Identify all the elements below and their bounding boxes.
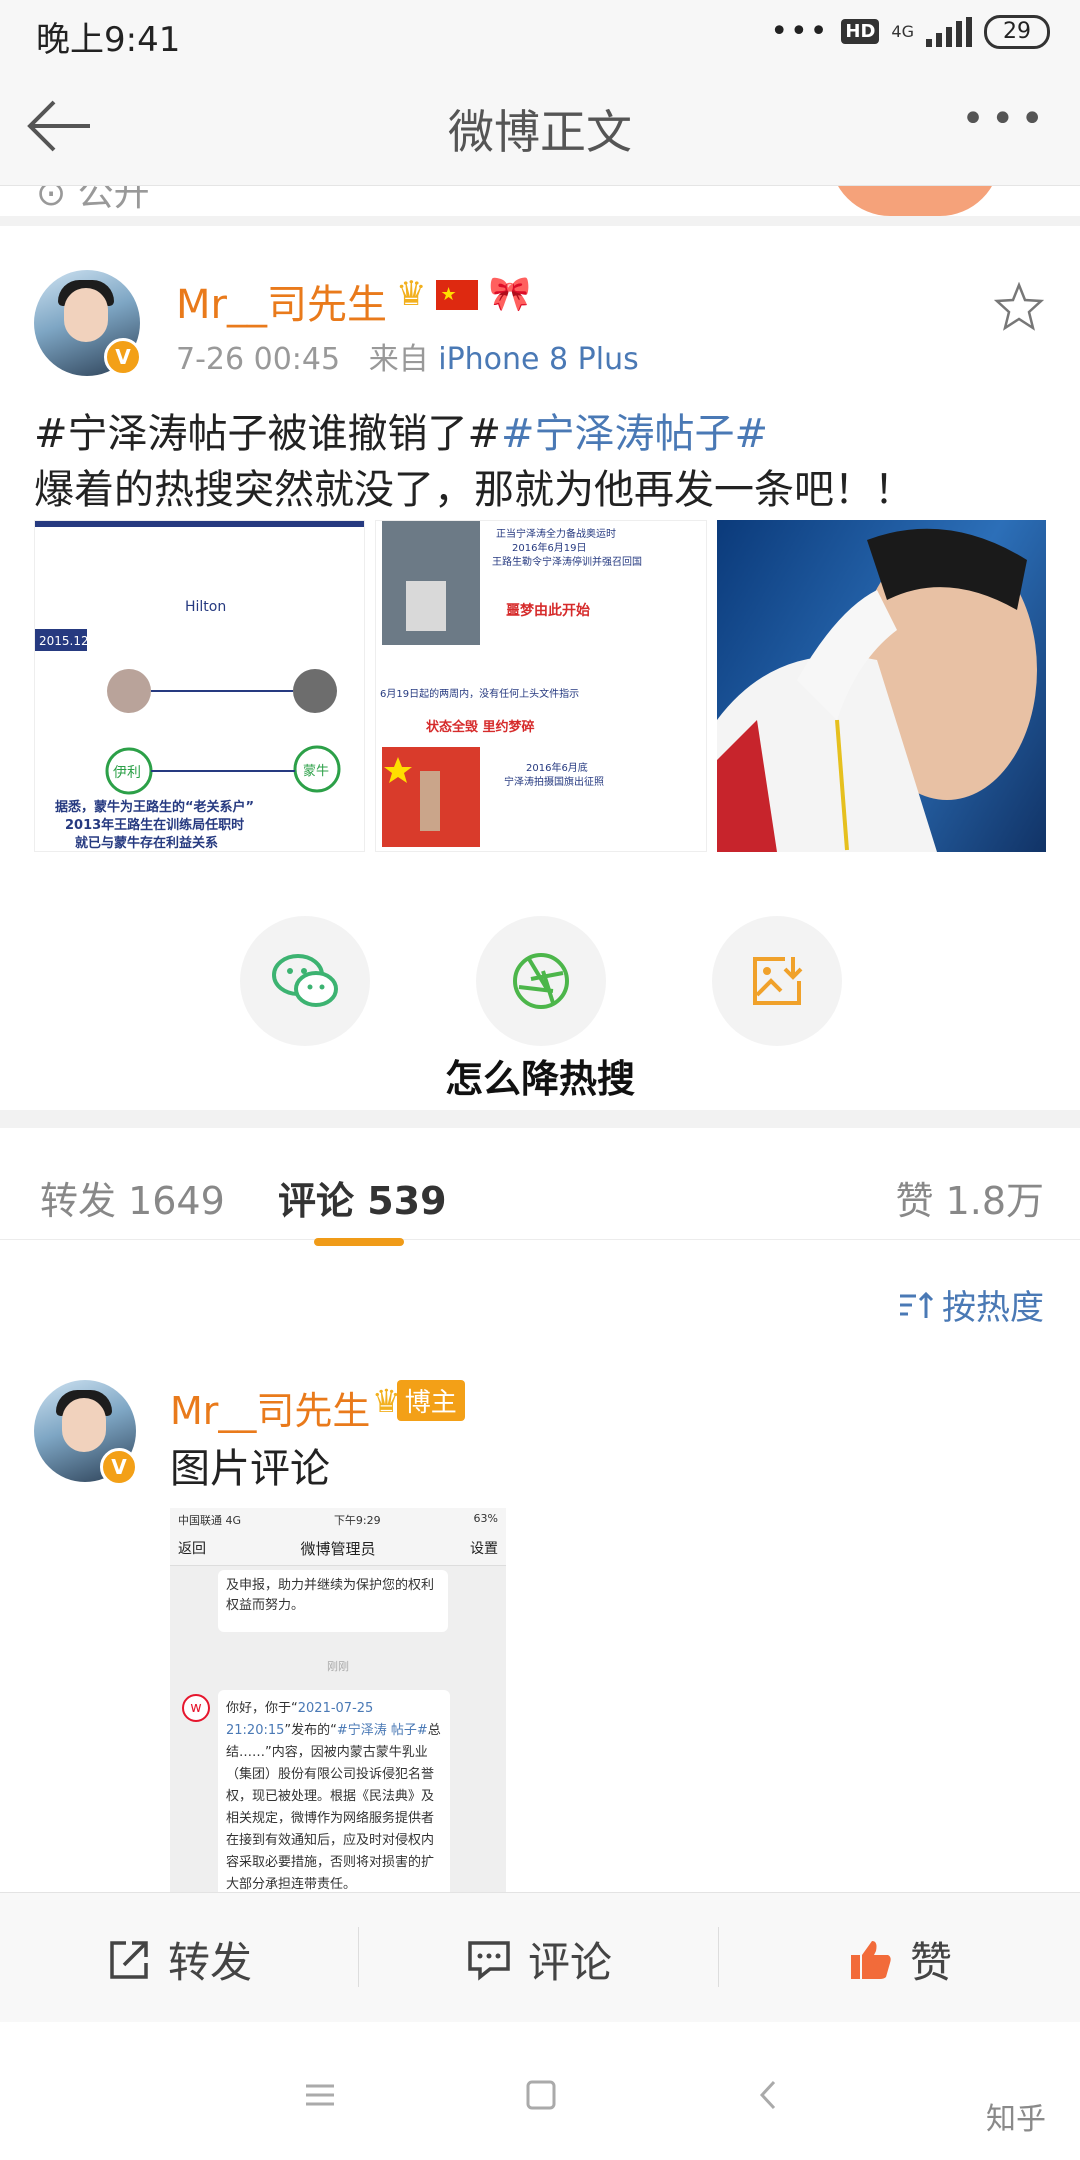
svg-text:就已与蒙牛存在利益关系: 就已与蒙牛存在利益关系 [75,835,218,851]
save-image-icon [753,957,803,1005]
source-prefix: 来自 [368,342,429,377]
svg-text:2013年王路生在训练局任职时: 2013年王路生在训练局任职时 [65,817,244,833]
watermark: 知乎 [986,2102,1046,2137]
svg-text:2016年6月底: 2016年6月底 [526,761,588,774]
system-nav-bar: 知乎 [0,2030,1080,2160]
post-image-2[interactable]: 正当宁泽涛全力备战奥运时 2016年6月19日 王路生勒令宁泽涛停训并强召回国 … [375,520,707,852]
status-time: 晚上9:41 [36,20,181,60]
shot-nav: 返回 微博管理员 设置 [170,1530,506,1566]
share-wechat-button[interactable] [240,916,370,1046]
post-body: #宁泽涛帖子被谁撤销了##宁泽涛帖子# 爆着的热搜突然就没了，那就为他再发一条吧… [34,406,1044,518]
comment-button[interactable]: 评论 [466,1929,612,1990]
home-icon[interactable] [520,2080,560,2110]
comment-image[interactable]: 中国联通 4G 下午9:29 63% 返回 微博管理员 设置 及申报，助力并继续… [170,1508,506,1900]
shot-status-bar: 中国联通 4G 下午9:29 63% [170,1508,506,1530]
host-tag: 博主 [396,1380,465,1421]
weibo-post: V Mr__司先生 ♛ ★ 🎀 7-26 00:45 来自 iPhone 8 P… [0,236,1080,1101]
tab-comment[interactable]: 评论 539 [278,1170,447,1225]
thumbs-up-icon [851,1940,891,1979]
svg-text:噩梦由此开始: 噩梦由此开始 [506,602,590,619]
save-image-button[interactable] [712,916,842,1046]
sort-button[interactable]: 按热度 [898,1280,1044,1329]
signal-icon [926,16,972,47]
crown-icon: ♛ [396,274,427,314]
bottom-action-bar: 转发 评论 赞 [0,1892,1080,2022]
comment-icon [468,1940,510,1981]
sort-icon [900,1291,934,1318]
hd-icon: HD [841,19,880,44]
status-bar: 晚上9:41 ••• HD 4G 29 [0,0,1080,66]
comment-author[interactable]: Mr__司先生 [170,1380,370,1435]
share-row [0,916,1080,1056]
post-meta: 7-26 00:45 来自 iPhone 8 Plus [176,334,639,378]
share-moments-button[interactable] [476,916,606,1046]
comment-item: V Mr__司先生 ♛ 博主 图片评论 中国联通 4G 下午9:29 63% 返… [0,1360,1080,1900]
favorite-star-icon[interactable] [994,282,1044,332]
svg-text:据悉，蒙牛为王路生的“老关系户”: 据悉，蒙牛为王路生的“老关系户” [55,799,254,815]
author-name[interactable]: Mr__司先生 [176,272,387,330]
globe-icon: ⊙ [36,186,67,214]
menu-icon[interactable] [300,2080,340,2110]
source-device[interactable]: iPhone 8 Plus [438,342,639,377]
repost-icon [110,1940,148,1979]
infographic-2: 正当宁泽涛全力备战奥运时 2016年6月19日 王路生勒令宁泽涛停训并强召回国 … [380,521,642,847]
hashtag-plain: #宁泽涛帖子被谁撤销了# [34,411,502,457]
notification-dots-icon: ••• [770,14,830,49]
post-image-1[interactable]: 2015.12 Hilton 伊利 蒙牛 据悉，蒙牛为王路生的“老关系户” 20… [34,520,366,852]
status-indicators: ••• HD 4G 29 [770,14,1050,49]
svg-text:伊利: 伊利 [113,765,141,781]
bow-icon: 🎀 [488,274,531,314]
shot-message-1: 及申报，助力并继续为保护您的权利权益而努力。 [218,1570,448,1632]
system-back-icon[interactable] [748,2080,788,2110]
post-image-3[interactable] [716,520,1046,852]
svg-text:Hilton: Hilton [185,599,226,615]
like-button[interactable]: 赞 [848,1929,952,1990]
battery-icon: 29 [984,14,1050,49]
verified-badge-icon: V [100,1448,138,1486]
shot-separator: 刚刚 [327,1660,349,1673]
visibility-label: ⊙ 公开 [36,186,150,216]
svg-text:状态全毁 里约梦碎: 状态全毁 里约梦碎 [426,719,535,735]
comment-text: 图片评论 [170,1446,330,1492]
svg-text:2015.12: 2015.12 [39,634,89,648]
svg-text:6月19日起的两周内，没有任何上头文件指示: 6月19日起的两周内，没有任何上头文件指示 [380,687,579,700]
post-tabs: 转发 1649 评论 539 赞 1.8万 [0,1110,1080,1246]
weibo-logo-icon: w [182,1694,210,1722]
sort-label: 按热度 [942,1288,1044,1328]
wechat-icon [272,954,338,1007]
share-caption: 怎么降热搜 [444,1057,635,1101]
china-flag-icon: ★ [436,280,479,310]
svg-text:正当宁泽涛全力备战奥运时: 正当宁泽涛全力备战奥运时 [496,527,616,540]
verified-badge-icon: V [104,338,142,376]
svg-text:宁泽涛拍摄国旗出征照: 宁泽涛拍摄国旗出征照 [504,775,604,788]
post-time: 7-26 00:45 [176,342,341,377]
top-nav: 微博正文 ••• [0,66,1080,186]
svg-text:王路生勒令宁泽涛停训并强召回国: 王路生勒令宁泽涛停训并强召回国 [492,555,642,568]
repost-button[interactable]: 转发 [106,1929,252,1990]
svg-text:2016年6月19日: 2016年6月19日 [512,541,587,554]
svg-text:蒙牛: 蒙牛 [303,764,329,779]
author-badges: ♛ ★ 🎀 [396,274,531,314]
host-badge: ♛ 博主 [372,1380,465,1421]
more-icon[interactable]: ••• [961,96,1050,142]
tab-like[interactable]: 赞 1.8万 [895,1170,1044,1225]
post-images: 2015.12 Hilton 伊利 蒙牛 据悉，蒙牛为王路生的“老关系户” 20… [34,520,1046,852]
shot-message-2: 你好，你于“2021-07-25 21:20:15”发布的“#宁泽涛 帖子#总结… [218,1690,450,1900]
active-tab-indicator [314,1238,404,1246]
infographic-1: 2015.12 Hilton 伊利 蒙牛 据悉，蒙牛为王路生的“老关系户” 20… [35,521,365,851]
network-type: 4G [891,21,914,41]
hashtag-link[interactable]: #宁泽涛帖子# [501,411,768,457]
sticker-image [830,186,1000,216]
previous-item-strip: ⊙ 公开 [0,186,1080,226]
tab-repost[interactable]: 转发 1649 [40,1170,225,1225]
moments-icon [513,953,569,1009]
salute-photo [716,528,1037,852]
post-text: 爆着的热搜突然就没了，那就为他再发一条吧！！ [34,467,914,513]
page-title: 微博正文 [448,105,632,159]
